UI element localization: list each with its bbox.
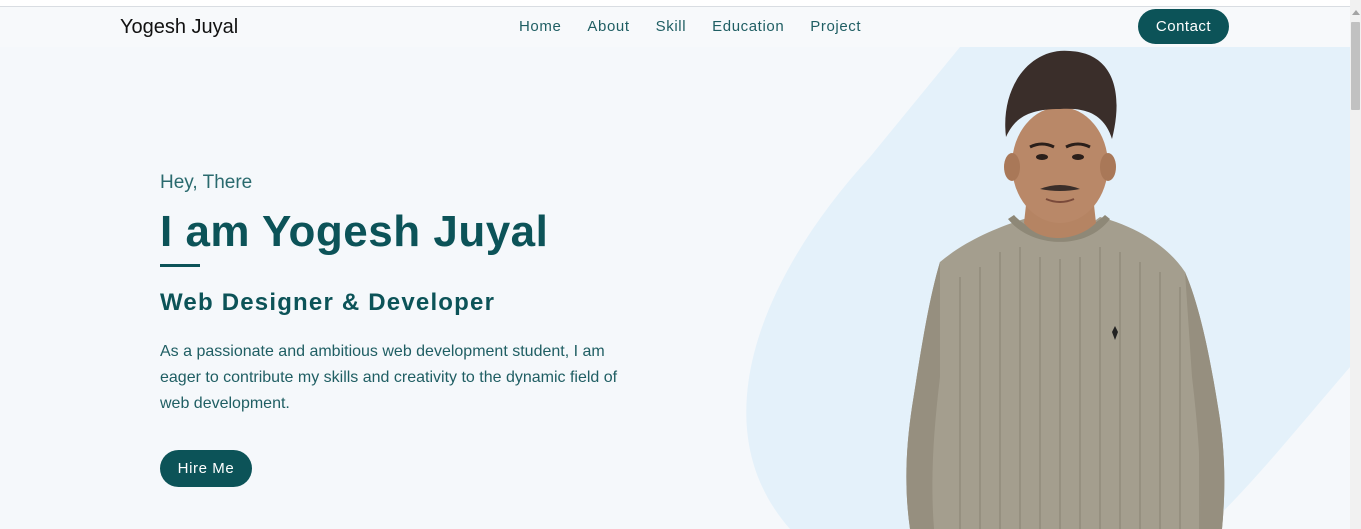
hero-role: Web Designer & Developer <box>160 289 496 316</box>
nav-link-education[interactable]: Education <box>712 18 784 35</box>
name-underline <box>160 264 200 267</box>
hire-me-button[interactable]: Hire Me <box>160 450 252 487</box>
contact-button[interactable]: Contact <box>1138 9 1229 44</box>
nav-link-about[interactable]: About <box>587 18 629 35</box>
vertical-scrollbar[interactable] <box>1350 0 1361 529</box>
chevron-up-icon[interactable] <box>1352 10 1360 15</box>
navbar: Yogesh Juyal Home About Skill Education … <box>0 7 1350 47</box>
brand-logo[interactable]: Yogesh Juyal <box>120 16 238 39</box>
page: Yogesh Juyal Home About Skill Education … <box>0 0 1361 529</box>
profile-photo <box>906 50 1225 529</box>
hero-greeting: Hey, There <box>160 172 253 193</box>
nav-link-project[interactable]: Project <box>810 18 861 35</box>
nav-link-skill[interactable]: Skill <box>656 18 687 35</box>
nav-link-home[interactable]: Home <box>519 18 561 35</box>
nav-links: Home About Skill Education Project <box>519 18 887 35</box>
hero-description: As a passionate and ambitious web develo… <box>160 343 618 412</box>
scrollbar-thumb[interactable] <box>1351 22 1360 110</box>
window-top-edge <box>0 0 1350 7</box>
hero-name: I am Yogesh Juyal <box>160 207 549 256</box>
